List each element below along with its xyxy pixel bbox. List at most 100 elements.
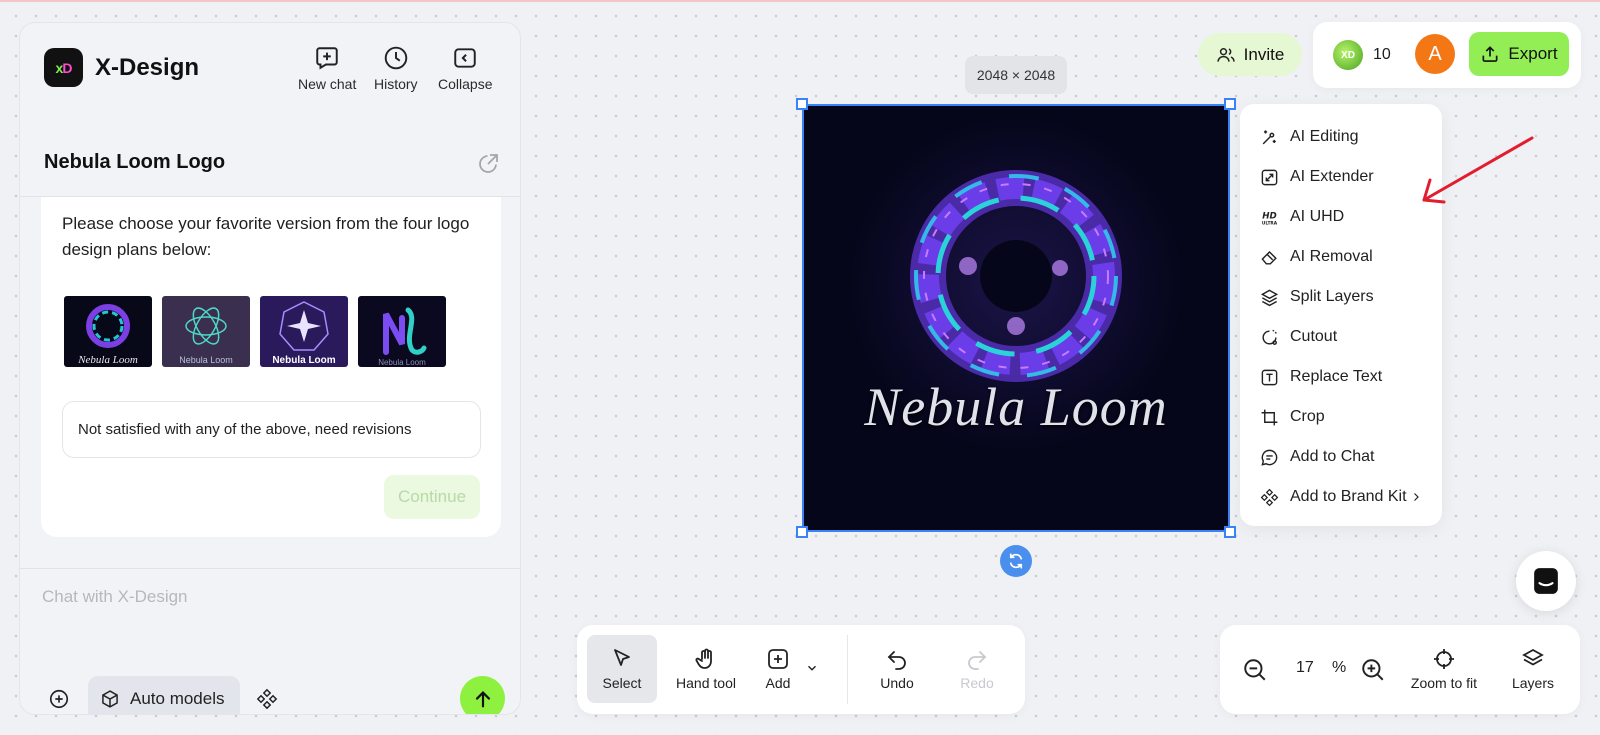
select-tool[interactable]: Select bbox=[587, 635, 657, 703]
logo-option-4[interactable]: Nebula Loom bbox=[358, 296, 446, 367]
logo-letter-d: D bbox=[62, 59, 72, 76]
select-label: Select bbox=[602, 675, 642, 691]
menu-add-to-brand-kit[interactable]: Add to Brand Kit bbox=[1240, 477, 1442, 517]
zoom-value[interactable]: 17 bbox=[1296, 659, 1314, 677]
nebula-logo-image bbox=[804, 106, 1228, 530]
upload-icon bbox=[1482, 46, 1498, 62]
logo-option-1-text: Nebula Loom bbox=[77, 354, 138, 366]
logo-letter-x: x bbox=[55, 59, 64, 76]
dimension-badge: 2048 × 2048 bbox=[965, 56, 1067, 94]
menu-add-to-chat[interactable]: Add to Chat bbox=[1240, 437, 1442, 477]
invite-label: Invite bbox=[1243, 44, 1285, 64]
menu-ai-uhd[interactable]: HD ULTRA AI UHD bbox=[1240, 197, 1442, 237]
menu-ai-removal[interactable]: AI Removal bbox=[1240, 237, 1442, 277]
new-chat-label: New chat bbox=[298, 76, 357, 92]
menu-ai-removal-label: AI Removal bbox=[1290, 248, 1373, 265]
avatar[interactable]: A bbox=[1415, 34, 1455, 74]
magic-wand-icon bbox=[1262, 129, 1276, 144]
new-chat-button[interactable]: New chat bbox=[298, 45, 356, 92]
logo-option-4-text: Nebula Loom bbox=[378, 358, 426, 367]
app-name: X-Design bbox=[95, 53, 200, 81]
open-external-icon[interactable] bbox=[476, 152, 500, 176]
menu-crop[interactable]: Crop bbox=[1240, 397, 1442, 437]
menu-ai-extender[interactable]: AI Extender bbox=[1240, 157, 1442, 197]
undo-icon bbox=[887, 651, 906, 670]
add-square-icon bbox=[768, 649, 788, 669]
rotate-button[interactable] bbox=[1000, 545, 1032, 577]
expand-icon bbox=[1261, 169, 1278, 185]
collapse-icon bbox=[454, 48, 476, 68]
zoom-controls: 17 % Zoom to fit Layers bbox=[1220, 625, 1580, 714]
add-tool[interactable]: Add bbox=[753, 635, 803, 703]
svg-text:ULTRA: ULTRA bbox=[1262, 220, 1278, 226]
layers-icon bbox=[1260, 289, 1279, 306]
model-selector-label: Auto models bbox=[130, 688, 225, 708]
menu-crop-label: Crop bbox=[1290, 408, 1325, 425]
hand-tool[interactable]: Hand tool bbox=[663, 635, 749, 703]
resize-handle-top-right[interactable] bbox=[1224, 98, 1236, 110]
history-button[interactable]: History bbox=[374, 45, 418, 92]
hand-tool-label: Hand tool bbox=[676, 675, 736, 691]
menu-replace-text-label: Replace Text bbox=[1290, 368, 1383, 385]
chat-input[interactable]: Chat with X-Design bbox=[42, 587, 188, 607]
logo-option-2-text: Nebula Loom bbox=[179, 355, 233, 365]
resize-handle-bottom-right[interactable] bbox=[1224, 526, 1236, 538]
logo-option-2[interactable]: Nebula Loom bbox=[162, 296, 250, 367]
app-logo: xD bbox=[44, 48, 83, 87]
attach-plus-icon[interactable] bbox=[48, 688, 70, 710]
logo-option-3-text: Nebula Loom bbox=[272, 355, 335, 366]
credits[interactable]: XD 10 bbox=[1333, 40, 1391, 70]
resize-handle-bottom-left[interactable] bbox=[796, 526, 808, 538]
eraser-icon bbox=[1261, 250, 1277, 265]
support-chat-button[interactable] bbox=[1516, 551, 1576, 611]
svg-text:HD: HD bbox=[1262, 211, 1276, 221]
zoom-to-fit-button[interactable]: Zoom to fit bbox=[1402, 635, 1486, 703]
hd-ultra-icon: HDULTRA bbox=[1262, 211, 1278, 226]
send-button[interactable] bbox=[460, 676, 505, 714]
chat-panel: xD X-Design New chat History Collapse Ne… bbox=[19, 22, 521, 715]
assistant-message: Please choose your favorite version from… bbox=[62, 214, 470, 259]
brand-kit-icon[interactable] bbox=[256, 688, 278, 710]
menu-cutout[interactable]: Cutout bbox=[1240, 317, 1442, 357]
artwork-title: Nebula Loom bbox=[864, 377, 1168, 437]
menu-split-layers-label: Split Layers bbox=[1290, 288, 1374, 305]
chevron-right-icon bbox=[1413, 493, 1419, 501]
continue-button[interactable]: Continue bbox=[384, 475, 480, 519]
arrow-up-icon bbox=[475, 690, 490, 707]
hand-icon bbox=[695, 648, 712, 669]
conversation-title: Nebula Loom Logo bbox=[44, 151, 226, 173]
logo-option-3[interactable]: Nebula Loom bbox=[260, 296, 348, 367]
annotation-arrow bbox=[1422, 136, 1534, 204]
redo-icon bbox=[968, 651, 987, 670]
clock-icon bbox=[384, 46, 408, 70]
model-selector[interactable]: Auto models bbox=[88, 676, 240, 714]
logo-option-1[interactable]: Nebula Loom bbox=[64, 296, 152, 367]
invite-button[interactable]: Invite bbox=[1198, 33, 1302, 76]
crop-icon bbox=[1261, 409, 1278, 425]
export-button[interactable]: Export bbox=[1469, 32, 1569, 76]
top-border bbox=[0, 0, 1600, 2]
canvas-artwork[interactable]: Nebula Loom bbox=[802, 104, 1230, 532]
redo-button[interactable]: Redo bbox=[947, 635, 1007, 703]
chevron-down-icon[interactable] bbox=[805, 661, 819, 675]
undo-button[interactable]: Undo bbox=[867, 635, 927, 703]
zoom-out-icon[interactable] bbox=[1242, 657, 1268, 683]
cursor-icon bbox=[614, 649, 630, 666]
layers-button[interactable]: Layers bbox=[1502, 635, 1564, 703]
menu-cutout-label: Cutout bbox=[1290, 328, 1338, 345]
new-chat-icon bbox=[316, 47, 338, 70]
menu-ai-editing[interactable]: AI Editing bbox=[1240, 117, 1442, 157]
menu-replace-text[interactable]: Replace Text bbox=[1240, 357, 1442, 397]
resize-handle-top-left[interactable] bbox=[796, 98, 808, 110]
crosshair-icon bbox=[1434, 649, 1454, 669]
menu-split-layers[interactable]: Split Layers bbox=[1240, 277, 1442, 317]
zoom-in-icon[interactable] bbox=[1360, 657, 1386, 683]
collapse-button[interactable]: Collapse bbox=[438, 45, 492, 92]
menu-ai-uhd-label: AI UHD bbox=[1290, 208, 1345, 225]
message-card: Please choose your favorite version from… bbox=[41, 197, 501, 537]
refresh-icon bbox=[1009, 553, 1023, 569]
revision-option[interactable]: Not satisfied with any of the above, nee… bbox=[62, 401, 481, 458]
logo-option-4-image: Nebula Loom bbox=[358, 296, 446, 367]
layers-label: Layers bbox=[1511, 675, 1555, 691]
history-label: History bbox=[374, 76, 418, 92]
